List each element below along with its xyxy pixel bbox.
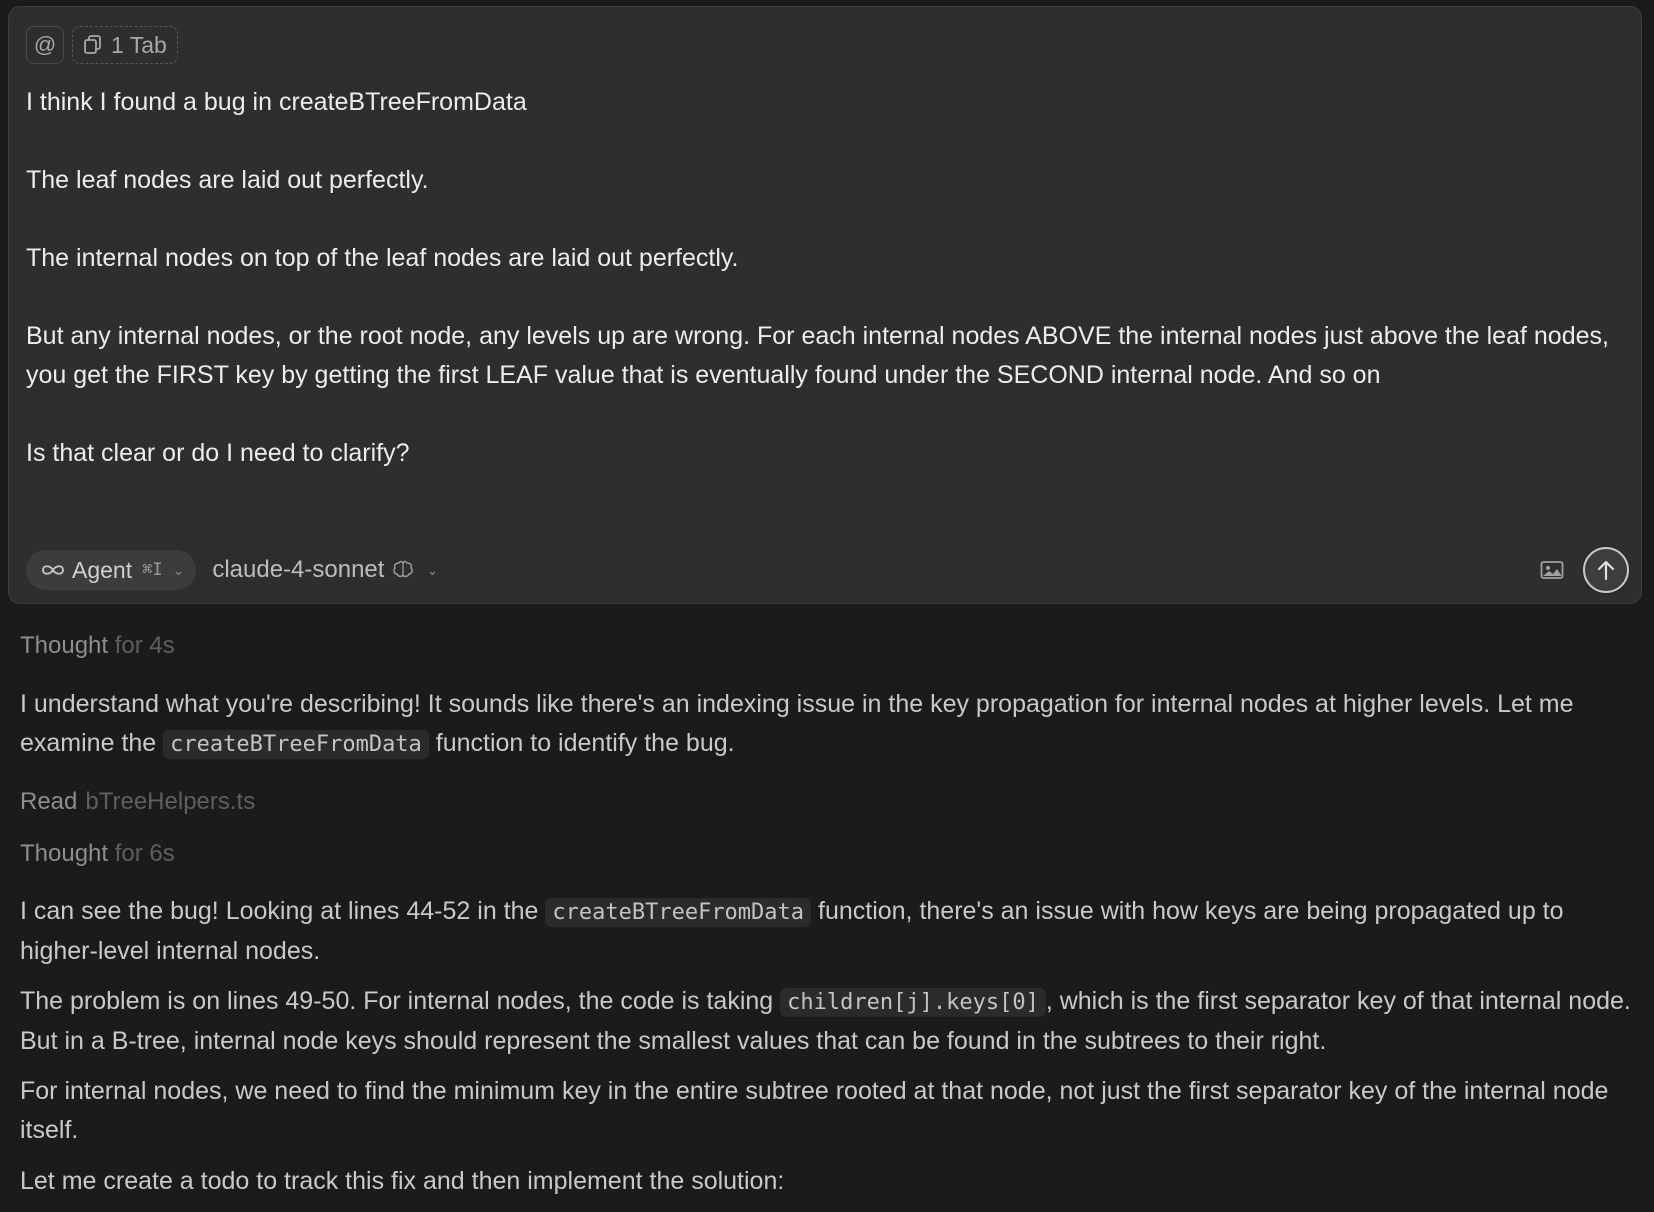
- inline-code: createBTreeFromData: [163, 730, 429, 759]
- read-file-name: bTreeHelpers.ts: [85, 788, 256, 815]
- message-paragraph: But any internal nodes, or the root node…: [26, 322, 1609, 389]
- read-label: Read: [20, 788, 78, 815]
- assistant-message: Let me create a todo to track this fix a…: [20, 1167, 785, 1195]
- image-icon: [1540, 561, 1564, 579]
- mention-button[interactable]: @: [26, 26, 64, 64]
- chevron-down-icon: ⌄: [172, 561, 185, 578]
- message-paragraph: Is that clear or do I need to clarify?: [26, 439, 410, 467]
- agent-shortcut: ⌘I: [142, 560, 163, 580]
- thought-label: Thought: [20, 632, 109, 659]
- thought-duration: for 4s: [114, 632, 175, 659]
- thought-duration: for 6s: [114, 840, 175, 867]
- chat-composer: @ 1 Tab I think I found a bug in createB…: [8, 6, 1642, 604]
- brain-icon: [393, 560, 414, 578]
- agent-mode-selector[interactable]: Agent ⌘I ⌄: [26, 550, 197, 590]
- assistant-message: The problem is on lines 49-50. For inter…: [20, 987, 1631, 1055]
- agent-label: Agent: [72, 556, 133, 583]
- message-paragraph: The internal nodes on top of the leaf no…: [26, 244, 739, 272]
- model-label: claude-4-sonnet: [212, 556, 385, 583]
- thought-label: Thought: [20, 840, 109, 867]
- thought-indicator[interactable]: Thought for 6s: [20, 840, 175, 868]
- infinity-icon: [42, 565, 64, 575]
- chevron-down-icon: ⌄: [426, 561, 439, 578]
- at-icon: @: [33, 32, 57, 57]
- message-paragraph: I think I found a bug in createBTreeFrom…: [26, 88, 527, 116]
- assistant-message: I understand what you're describing! It …: [20, 690, 1574, 759]
- attach-image-button[interactable]: [1537, 555, 1567, 585]
- composer-toolbar: Agent ⌘I ⌄ claude-4-sonnet ⌄: [26, 547, 1629, 593]
- inline-code: createBTreeFromData: [545, 898, 812, 927]
- tab-chip-label: 1 Tab: [111, 31, 167, 58]
- tool-call-read[interactable]: Read bTreeHelpers.ts: [20, 788, 255, 816]
- model-selector[interactable]: claude-4-sonnet ⌄: [212, 556, 438, 584]
- message-paragraph: The leaf nodes are laid out perfectly.: [26, 166, 429, 194]
- tab-context-chip[interactable]: 1 Tab: [72, 26, 178, 64]
- send-button[interactable]: [1583, 547, 1629, 593]
- copy-icon: [84, 35, 101, 54]
- assistant-message: For internal nodes, we need to find the …: [20, 1077, 1609, 1144]
- thought-indicator[interactable]: Thought for 4s: [20, 632, 175, 660]
- inline-code: children[j].keys[0]: [780, 988, 1046, 1017]
- message-input[interactable]: I think I found a bug in createBTreeFrom…: [26, 83, 1626, 473]
- arrow-up-icon: [1597, 560, 1615, 581]
- assistant-message: I can see the bug! Looking at lines 44-5…: [20, 897, 1564, 965]
- context-row: @ 1 Tab: [26, 26, 178, 64]
